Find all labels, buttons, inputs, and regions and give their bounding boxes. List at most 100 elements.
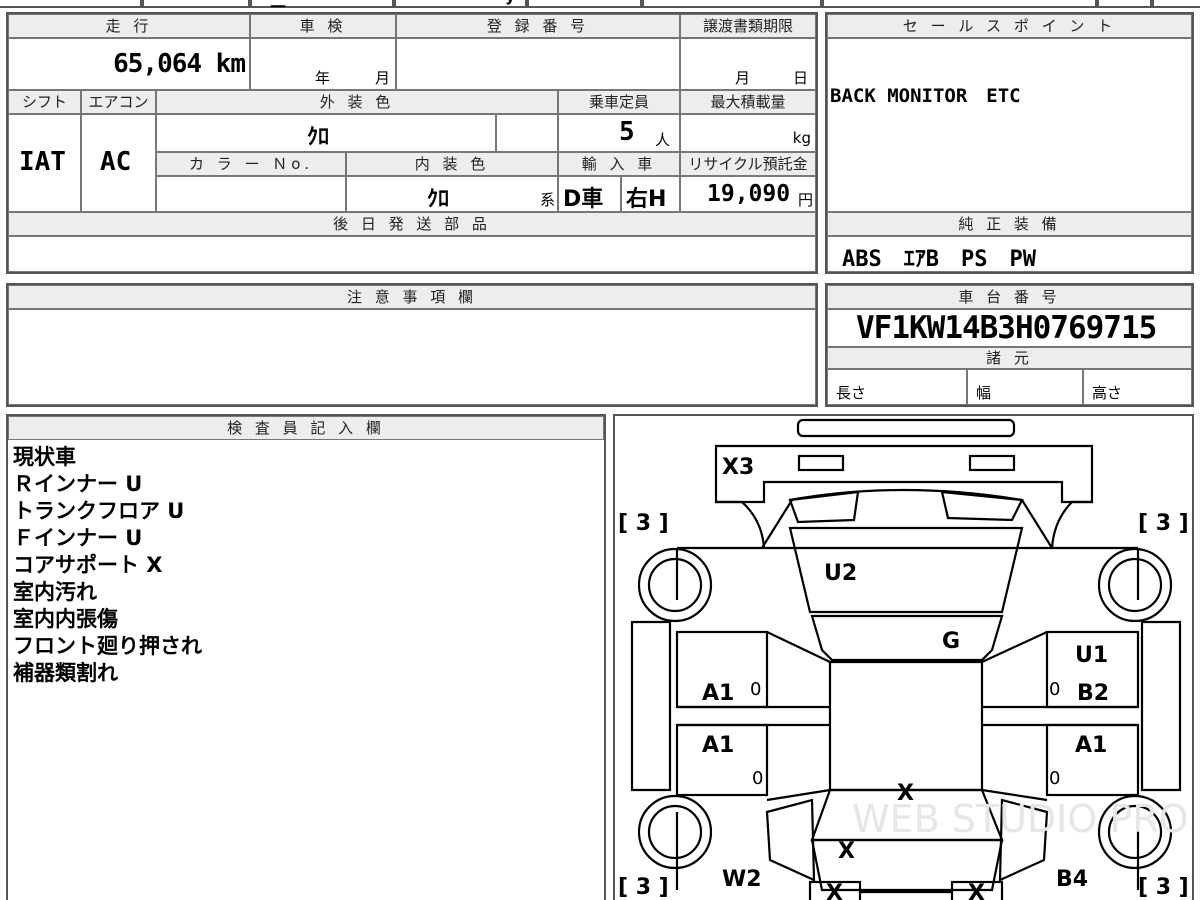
spec-height-label: 高さ xyxy=(1092,384,1123,402)
exterior-color-cell: ｸﾛ xyxy=(156,114,496,152)
color-no-cell xyxy=(156,176,346,212)
mark-zero-c: 0 xyxy=(752,768,763,789)
mark-rear-right-mid: B2 xyxy=(1077,681,1109,706)
chassis-header: 車 台 番 号 xyxy=(827,285,1192,309)
interior-color-value: ｸﾛ xyxy=(427,187,450,212)
capacity-cell: 5 人 xyxy=(558,114,680,152)
bracket-top-right: [ 3 ] xyxy=(1138,511,1189,536)
notes-cell xyxy=(8,309,816,405)
top-fragment-a: 二 xyxy=(270,0,287,11)
mark-roof-right: G xyxy=(942,629,960,654)
chassis-cell: VF1KW14B3H0769715 xyxy=(827,309,1192,347)
notes-header: 注 意 事 項 欄 xyxy=(8,285,816,309)
inspector-note: フロント廻り押され xyxy=(13,634,202,658)
color-no-header: カ ラ ー Ｎo. xyxy=(156,152,346,176)
vehicle-info-block: 走 行 車 検 登 録 番 号 譲渡書類期限 65,064 km 年 月 月 日… xyxy=(6,12,818,274)
mark-front-right-fender: B4 xyxy=(1056,867,1088,892)
capacity-header: 乗車定員 xyxy=(558,90,680,114)
recycle-value: 19,090 xyxy=(707,181,791,207)
inspector-note: 室内内張傷 xyxy=(13,607,118,631)
car-diagram: WEB STUDIO PRO [ 3 ] [ 3 ] [ 3 ] [ 3 ] X… xyxy=(618,418,1189,900)
inspector-header: 検 査 員 記 入 欄 xyxy=(8,416,604,440)
sales-point-cell: BACK MONITOR ETC xyxy=(827,38,1192,212)
mileage-cell: 65,064 km xyxy=(8,38,250,90)
notes-block: 注 意 事 項 欄 xyxy=(6,283,818,407)
mark-front-left-bumper: X xyxy=(826,881,843,900)
mark-hood-upper: X xyxy=(897,781,914,806)
mark-front-right-door: A1 xyxy=(1075,733,1107,758)
mileage-header: 走 行 xyxy=(8,14,250,38)
interior-color-suffix: 系 xyxy=(539,191,555,209)
later-parts-cell xyxy=(8,236,816,272)
registration-header: 登 録 番 号 xyxy=(396,14,680,38)
inspection-year-label: 年 xyxy=(315,69,331,87)
bracket-bottom-right: [ 3 ] xyxy=(1138,875,1189,900)
import-type-cell: D車 xyxy=(558,176,621,212)
registration-cell xyxy=(396,38,680,90)
spec-height-cell: 高さ xyxy=(1083,369,1192,405)
import-header: 輸 入 車 xyxy=(558,152,680,176)
shift-header: シフト xyxy=(8,90,81,114)
inspector-note: 室内汚れ xyxy=(13,580,97,604)
recycle-unit: 円 xyxy=(797,191,813,209)
spec-length-cell: 長さ xyxy=(827,369,967,405)
later-parts-header: 後 日 発 送 部 品 xyxy=(8,212,816,236)
transfer-deadline-cell: 月 日 xyxy=(680,38,816,90)
chassis-value: VF1KW14B3H0769715 xyxy=(856,310,1157,346)
bracket-top-left: [ 3 ] xyxy=(618,511,669,536)
factory-equipment-header: 純 正 装 備 xyxy=(827,212,1192,236)
recycle-cell: 19,090 円 xyxy=(680,176,816,212)
inspector-note: トランクフロア U xyxy=(13,499,185,523)
factory-equipment-value: ABS ｴｱB PS PW xyxy=(842,247,1036,272)
chassis-block: 車 台 番 号 VF1KW14B3H0769715 諸 元 長さ 幅 高さ xyxy=(825,283,1194,407)
factory-equipment-cell: ABS ｴｱB PS PW xyxy=(827,236,1192,272)
mark-trunk: U2 xyxy=(824,561,857,586)
shift-value: IAT xyxy=(19,147,66,177)
interior-color-cell: ｸﾛ 系 xyxy=(346,176,558,212)
mark-zero-b: 0 xyxy=(1049,679,1060,700)
top-fragment-b: y xyxy=(505,0,515,5)
spec-length-label: 長さ xyxy=(836,384,867,402)
inspection-month-label: 月 xyxy=(375,69,391,87)
inspector-note: Ｒインナー U xyxy=(13,472,143,496)
capacity-unit: 人 xyxy=(655,131,671,149)
mark-zero-a: 0 xyxy=(750,679,761,700)
spec-width-label: 幅 xyxy=(976,384,992,402)
mark-rear-right-top: U1 xyxy=(1075,643,1108,668)
inspector-note: 補器類割れ xyxy=(13,661,118,685)
inspector-note: コアサポート X xyxy=(13,553,163,577)
spec-width-cell: 幅 xyxy=(967,369,1083,405)
inspector-note: 現状車 xyxy=(13,445,76,469)
aircon-value: AC xyxy=(100,147,132,177)
mark-hood-lower: X xyxy=(838,839,855,864)
interior-color-header: 内 装 色 xyxy=(346,152,558,176)
max-load-header: 最大積載量 xyxy=(680,90,816,114)
capacity-value: 5 xyxy=(619,117,635,147)
inspector-note: Ｆインナー U xyxy=(13,526,143,550)
inspection-header: 車 検 xyxy=(250,14,396,38)
mark-front-right-bumper: X xyxy=(968,881,985,900)
aircon-header: エアコン xyxy=(81,90,156,114)
specs-header: 諸 元 xyxy=(827,347,1192,369)
mark-zero-d: 0 xyxy=(1049,768,1060,789)
max-load-unit: kg xyxy=(792,129,811,147)
aircon-cell: AC xyxy=(81,114,156,212)
exterior-color-header: 外 装 色 xyxy=(156,90,558,114)
sales-point-block: セ ー ル ス ポ イ ン ト BACK MONITOR ETC 純 正 装 備… xyxy=(825,12,1194,274)
exterior-color-value: ｸﾛ xyxy=(307,125,330,150)
top-strip: 二 y xyxy=(0,0,1200,11)
recycle-header: リサイクル預託金 xyxy=(680,152,816,176)
sales-point-header: セ ー ル ス ポ イ ン ト xyxy=(827,14,1192,38)
inspector-notes-list: 現状車 Ｒインナー U トランクフロア U Ｆインナー U コアサポート X 室… xyxy=(13,444,202,687)
exterior-color-extra-cell xyxy=(496,114,558,152)
mark-rear-bumper: X3 xyxy=(722,455,754,480)
mark-rear-left-door: A1 xyxy=(702,681,734,706)
transfer-deadline-header: 譲渡書類期限 xyxy=(680,14,816,38)
inspection-cell: 年 月 xyxy=(250,38,396,90)
car-diagram-block: WEB STUDIO PRO [ 3 ] [ 3 ] [ 3 ] [ 3 ] X… xyxy=(613,414,1194,900)
mileage-value: 65,064 km xyxy=(113,49,246,79)
deadline-day-label: 日 xyxy=(793,69,809,87)
max-load-cell: kg xyxy=(680,114,816,152)
handle-value: 右H xyxy=(626,187,667,212)
deadline-month-label: 月 xyxy=(735,69,751,87)
